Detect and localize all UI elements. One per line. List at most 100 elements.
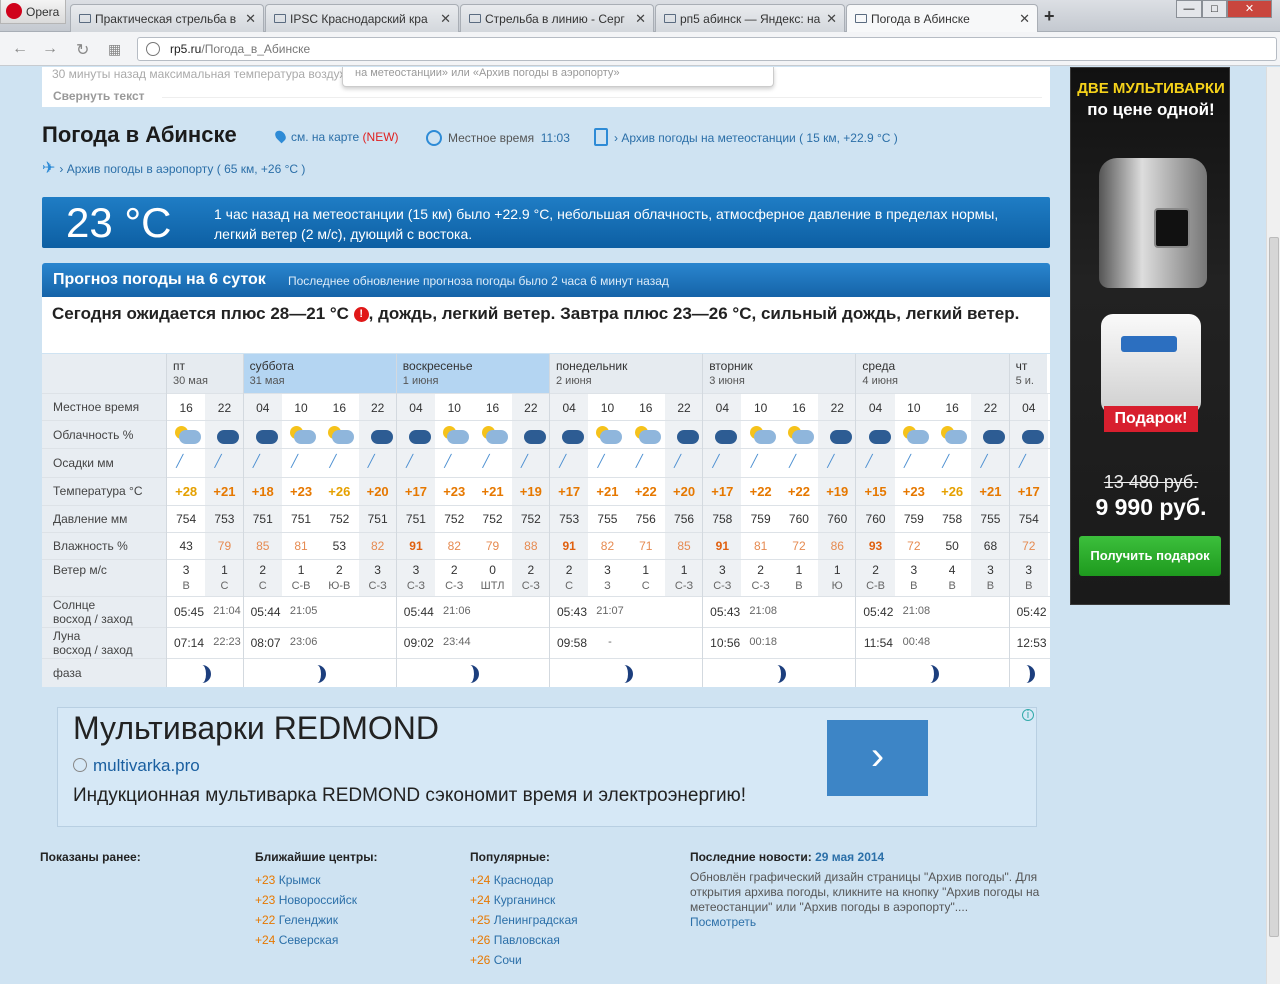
rain-icon: ╱ bbox=[597, 454, 605, 468]
maximize-button[interactable]: □ bbox=[1202, 0, 1227, 18]
ad-arrow-button[interactable]: › bbox=[827, 720, 928, 796]
humidity-cell: 82 bbox=[370, 539, 385, 553]
sun-times: 21:08 bbox=[902, 605, 931, 617]
wind-speed-cell: 1 bbox=[680, 563, 688, 577]
station-archive-link[interactable]: › Архив погоды на метеостанции ( 15 км, … bbox=[594, 128, 898, 146]
opera-logo-icon bbox=[6, 3, 22, 19]
tab-favicon-icon bbox=[274, 14, 286, 23]
sun-times: 05:44 bbox=[250, 605, 281, 619]
tab-0[interactable]: Практическая стрельба в ✕ bbox=[70, 4, 264, 32]
wind-dir-cell: С-З bbox=[445, 580, 464, 592]
night-cloud-icon bbox=[405, 426, 431, 444]
night-cloud-icon bbox=[826, 426, 853, 444]
warning-icon[interactable]: ! bbox=[353, 307, 369, 322]
forward-icon[interactable]: → bbox=[42, 40, 58, 58]
scroll-thumb[interactable] bbox=[1269, 237, 1279, 937]
hour-cell: 22 bbox=[370, 401, 385, 415]
row-label-temp: Температура °C bbox=[42, 478, 166, 505]
ad-headline[interactable]: Мультиварки REDMOND bbox=[73, 710, 439, 747]
temp-cell: +26 bbox=[328, 484, 351, 499]
rain-icon: ╱ bbox=[444, 454, 452, 468]
side-banner-ad[interactable]: ДВЕ МУЛЬТИВАРКИ по цене одной! Подарок! … bbox=[1070, 67, 1230, 605]
back-icon[interactable]: ← bbox=[12, 40, 28, 58]
rain-icon: ╱ bbox=[176, 454, 184, 468]
collapse-text-link[interactable]: Свернуть текст bbox=[53, 89, 145, 103]
nearby-link[interactable]: +24 Северская bbox=[255, 930, 377, 950]
tab-2[interactable]: Стрельба в линию - Серг ✕ bbox=[460, 4, 654, 32]
close-tab-icon[interactable]: ✕ bbox=[826, 11, 837, 27]
tab-favicon-icon bbox=[79, 14, 91, 23]
minimize-button[interactable]: — bbox=[1176, 0, 1202, 18]
row-divider bbox=[42, 393, 1050, 394]
tab-1[interactable]: IPSC Краснодарский кра ✕ bbox=[265, 4, 459, 32]
archive-icon bbox=[594, 128, 608, 146]
temp-cell: +18 bbox=[251, 484, 274, 499]
row-divider bbox=[42, 596, 1050, 597]
temp-cell: +20 bbox=[673, 484, 696, 499]
close-tab-icon[interactable]: ✕ bbox=[440, 11, 451, 27]
opera-menu-button[interactable]: Opera bbox=[0, 0, 66, 24]
wind-dir-cell: Ю bbox=[831, 580, 843, 592]
nearby-centers: Ближайшие центры: +23 Крымск +23 Новорос… bbox=[255, 850, 377, 950]
pressure-cell: 751 bbox=[291, 512, 312, 526]
humidity-cell: 50 bbox=[945, 539, 959, 553]
temp-cell: +22 bbox=[787, 484, 810, 499]
hour-cell: 04 bbox=[409, 401, 423, 415]
url-field[interactable]: rp5.ru/Погода_в_Абинске bbox=[137, 37, 1277, 61]
nearby-link[interactable]: +22 Геленджик bbox=[255, 910, 377, 930]
partly-cloudy-icon bbox=[290, 426, 317, 444]
sun-times: 05:44 bbox=[403, 605, 434, 619]
globe-icon bbox=[73, 758, 87, 772]
temp-cell: +22 bbox=[749, 484, 772, 499]
humidity-cell: 93 bbox=[868, 539, 883, 553]
tab-3[interactable]: рп5 абинск — Яндекс: на ✕ bbox=[655, 4, 845, 32]
airport-archive-link[interactable]: ✈ › Архив погоды в аэропорту ( 65 км, +26… bbox=[42, 158, 305, 178]
nearby-link[interactable]: +23 Новороссийск bbox=[255, 890, 377, 910]
news-view-link[interactable]: Посмотреть bbox=[690, 915, 756, 929]
close-tab-icon[interactable]: ✕ bbox=[635, 11, 646, 27]
close-tab-icon[interactable]: ✕ bbox=[245, 11, 256, 27]
wind-dir-cell: С bbox=[565, 580, 574, 592]
hour-cell: 10 bbox=[753, 401, 768, 415]
text-ad[interactable]: Мультиварки REDMOND multivarka.pro Индук… bbox=[57, 707, 1037, 827]
hour-cell: 16 bbox=[179, 401, 193, 415]
night-cloud-icon bbox=[367, 426, 393, 444]
popular-link[interactable]: +26 Сочи bbox=[470, 950, 578, 970]
wind-speed-cell: 2 bbox=[259, 563, 267, 577]
sun-times: 21:06 bbox=[443, 605, 471, 617]
ad-domain-link[interactable]: multivarka.pro bbox=[73, 756, 200, 776]
popular-link[interactable]: +26 Павловская bbox=[470, 930, 578, 950]
tab-4-active[interactable]: Погода в Абинске ✕ bbox=[846, 4, 1038, 33]
close-tab-icon[interactable]: ✕ bbox=[1019, 11, 1030, 27]
hour-cell: 16 bbox=[485, 401, 500, 415]
map-pin-icon bbox=[273, 128, 288, 144]
humidity-cell: 79 bbox=[217, 539, 232, 553]
nearby-link[interactable]: +23 Крымск bbox=[255, 870, 377, 890]
sun-times: 05:42 bbox=[1016, 605, 1047, 619]
hour-cell: 16 bbox=[792, 401, 806, 415]
new-tab-button[interactable]: + bbox=[1044, 6, 1055, 27]
night-cloud-icon bbox=[711, 426, 738, 444]
popular-link[interactable]: +24 Краснодар bbox=[470, 870, 578, 890]
hour-cell: 16 bbox=[639, 401, 653, 415]
temp-cell: +23 bbox=[443, 484, 466, 499]
popular-link[interactable]: +25 Ленинградская bbox=[470, 910, 578, 930]
humidity-cell: 68 bbox=[983, 539, 998, 553]
speed-dial-icon[interactable]: ▦ bbox=[108, 41, 121, 58]
wind-dir-cell: С bbox=[641, 580, 650, 592]
map-link[interactable]: см. на карте (NEW) bbox=[273, 128, 399, 144]
divider bbox=[162, 97, 1042, 98]
popular-link[interactable]: +24 Курганинск bbox=[470, 890, 578, 910]
moon-times: 08:07 bbox=[250, 636, 281, 650]
wind-speed-cell: 3 bbox=[910, 563, 918, 577]
close-window-button[interactable]: ✕ bbox=[1227, 0, 1272, 18]
pressure-cell: 758 bbox=[712, 512, 733, 526]
row-divider bbox=[42, 627, 1050, 628]
ad-info-icon[interactable]: i bbox=[1022, 709, 1034, 721]
pressure-cell: 752 bbox=[444, 512, 465, 526]
reload-icon[interactable]: ↻ bbox=[76, 40, 89, 60]
vertical-scrollbar[interactable] bbox=[1266, 67, 1280, 984]
moon-times: 09:58 bbox=[556, 636, 588, 650]
hour-cell: 16 bbox=[945, 401, 959, 415]
get-gift-button[interactable]: Получить подарок bbox=[1079, 536, 1221, 576]
